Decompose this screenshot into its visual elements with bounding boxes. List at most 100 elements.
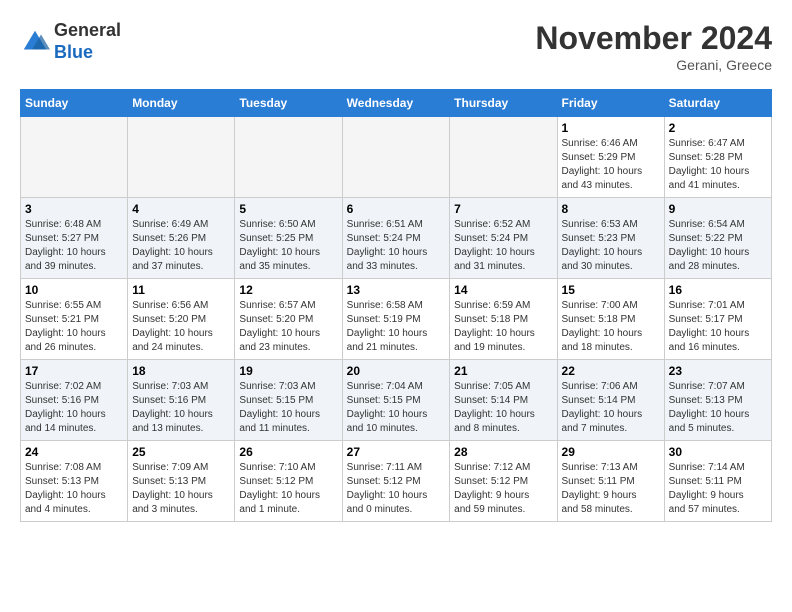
logo: General Blue — [20, 20, 121, 63]
calendar-cell: 23 Sunrise: 7:07 AM Sunset: 5:13 PM Dayli… — [664, 360, 771, 441]
day-number: 30 — [669, 445, 767, 459]
calendar-cell: 12Sunrise: 6:57 AM Sunset: 5:20 PM Dayli… — [235, 279, 342, 360]
title-section: November 2024 Gerani, Greece — [535, 20, 772, 73]
day-number: 20 — [347, 364, 446, 378]
day-number: 1 — [562, 121, 660, 135]
day-info: Sunrise: 7:01 AM Sunset: 5:17 PM Dayligh… — [669, 299, 767, 355]
weekday-header: Thursday — [450, 90, 557, 117]
day-info: Sunrise: 7:07 AM Sunset: 5:13 PM Dayligh… — [669, 380, 767, 436]
day-number: 2 — [669, 121, 767, 135]
calendar-cell — [128, 117, 235, 198]
day-number: 22 — [562, 364, 660, 378]
day-number: 13 — [347, 283, 446, 297]
day-info: Sunrise: 7:04 AM Sunset: 5:15 PM Dayligh… — [347, 380, 446, 436]
calendar-cell: 3Sunrise: 6:48 AM Sunset: 5:27 PM Daylig… — [21, 198, 128, 279]
month-title: November 2024 — [535, 20, 772, 57]
calendar-cell: 5 Sunrise: 6:50 AM Sunset: 5:25 PM Daylig… — [235, 198, 342, 279]
calendar-cell: 9 Sunrise: 6:54 AM Sunset: 5:22 PM Daylig… — [664, 198, 771, 279]
calendar-week-row: 3Sunrise: 6:48 AM Sunset: 5:27 PM Daylig… — [21, 198, 772, 279]
calendar-cell: 26 Sunrise: 7:10 AM Sunset: 5:12 PM Dayli… — [235, 441, 342, 522]
day-info: Sunrise: 6:58 AM Sunset: 5:19 PM Dayligh… — [347, 299, 446, 355]
calendar-cell: 17Sunrise: 7:02 AM Sunset: 5:16 PM Dayli… — [21, 360, 128, 441]
day-number: 29 — [562, 445, 660, 459]
location: Gerani, Greece — [535, 57, 772, 73]
day-info: Sunrise: 6:56 AM Sunset: 5:20 PM Dayligh… — [132, 299, 230, 355]
calendar-cell: 8Sunrise: 6:53 AM Sunset: 5:23 PM Daylig… — [557, 198, 664, 279]
calendar-cell: 2 Sunrise: 6:47 AM Sunset: 5:28 PM Daylig… — [664, 117, 771, 198]
day-info: Sunrise: 7:11 AM Sunset: 5:12 PM Dayligh… — [347, 461, 446, 517]
calendar-cell: 13 Sunrise: 6:58 AM Sunset: 5:19 PM Dayli… — [342, 279, 450, 360]
day-number: 18 — [132, 364, 230, 378]
weekday-header: Saturday — [664, 90, 771, 117]
calendar-week-row: 24 Sunrise: 7:08 AM Sunset: 5:13 PM Dayli… — [21, 441, 772, 522]
page-header: General Blue November 2024 Gerani, Greec… — [20, 20, 772, 73]
weekday-header: Monday — [128, 90, 235, 117]
day-number: 6 — [347, 202, 446, 216]
calendar-cell: 27 Sunrise: 7:11 AM Sunset: 5:12 PM Dayli… — [342, 441, 450, 522]
day-info: Sunrise: 7:02 AM Sunset: 5:16 PM Dayligh… — [25, 380, 123, 436]
calendar-cell: 11 Sunrise: 6:56 AM Sunset: 5:20 PM Dayli… — [128, 279, 235, 360]
day-number: 21 — [454, 364, 552, 378]
day-number: 19 — [239, 364, 337, 378]
logo-text: General Blue — [54, 20, 121, 63]
day-number: 15 — [562, 283, 660, 297]
calendar-week-row: 10 Sunrise: 6:55 AM Sunset: 5:21 PM Dayli… — [21, 279, 772, 360]
weekday-header: Tuesday — [235, 90, 342, 117]
calendar-cell — [342, 117, 450, 198]
day-info: Sunrise: 6:55 AM Sunset: 5:21 PM Dayligh… — [25, 299, 123, 355]
day-info: Sunrise: 6:46 AM Sunset: 5:29 PM Dayligh… — [562, 137, 660, 193]
day-info: Sunrise: 7:08 AM Sunset: 5:13 PM Dayligh… — [25, 461, 123, 517]
calendar-cell: 19 Sunrise: 7:03 AM Sunset: 5:15 PM Dayli… — [235, 360, 342, 441]
day-info: Sunrise: 6:52 AM Sunset: 5:24 PM Dayligh… — [454, 218, 552, 274]
day-info: Sunrise: 7:03 AM Sunset: 5:15 PM Dayligh… — [239, 380, 337, 436]
day-info: Sunrise: 7:05 AM Sunset: 5:14 PM Dayligh… — [454, 380, 552, 436]
calendar-cell: 6 Sunrise: 6:51 AM Sunset: 5:24 PM Daylig… — [342, 198, 450, 279]
day-number: 25 — [132, 445, 230, 459]
day-number: 23 — [669, 364, 767, 378]
day-info: Sunrise: 7:06 AM Sunset: 5:14 PM Dayligh… — [562, 380, 660, 436]
calendar-cell: 10 Sunrise: 6:55 AM Sunset: 5:21 PM Dayli… — [21, 279, 128, 360]
calendar-cell: 22 Sunrise: 7:06 AM Sunset: 5:14 PM Dayli… — [557, 360, 664, 441]
calendar-cell — [450, 117, 557, 198]
day-info: Sunrise: 7:03 AM Sunset: 5:16 PM Dayligh… — [132, 380, 230, 436]
weekday-header: Friday — [557, 90, 664, 117]
day-info: Sunrise: 6:54 AM Sunset: 5:22 PM Dayligh… — [669, 218, 767, 274]
day-number: 10 — [25, 283, 123, 297]
calendar-week-row: 17Sunrise: 7:02 AM Sunset: 5:16 PM Dayli… — [21, 360, 772, 441]
day-info: Sunrise: 6:51 AM Sunset: 5:24 PM Dayligh… — [347, 218, 446, 274]
calendar-table: SundayMondayTuesdayWednesdayThursdayFrid… — [20, 89, 772, 522]
day-number: 7 — [454, 202, 552, 216]
calendar-cell: 16 Sunrise: 7:01 AM Sunset: 5:17 PM Dayli… — [664, 279, 771, 360]
day-number: 4 — [132, 202, 230, 216]
day-number: 28 — [454, 445, 552, 459]
day-number: 26 — [239, 445, 337, 459]
calendar-cell: 4 Sunrise: 6:49 AM Sunset: 5:26 PM Daylig… — [128, 198, 235, 279]
weekday-header: Sunday — [21, 90, 128, 117]
day-number: 27 — [347, 445, 446, 459]
calendar-cell: 24 Sunrise: 7:08 AM Sunset: 5:13 PM Dayli… — [21, 441, 128, 522]
day-info: Sunrise: 7:09 AM Sunset: 5:13 PM Dayligh… — [132, 461, 230, 517]
calendar-cell: 29 Sunrise: 7:13 AM Sunset: 5:11 PM Dayli… — [557, 441, 664, 522]
day-number: 24 — [25, 445, 123, 459]
day-info: Sunrise: 7:00 AM Sunset: 5:18 PM Dayligh… — [562, 299, 660, 355]
day-number: 9 — [669, 202, 767, 216]
calendar-cell: 18 Sunrise: 7:03 AM Sunset: 5:16 PM Dayli… — [128, 360, 235, 441]
calendar-cell: 20 Sunrise: 7:04 AM Sunset: 5:15 PM Dayli… — [342, 360, 450, 441]
weekday-header-row: SundayMondayTuesdayWednesdayThursdayFrid… — [21, 90, 772, 117]
day-info: Sunrise: 6:49 AM Sunset: 5:26 PM Dayligh… — [132, 218, 230, 274]
calendar-cell: 15 Sunrise: 7:00 AM Sunset: 5:18 PM Dayli… — [557, 279, 664, 360]
day-number: 5 — [239, 202, 337, 216]
logo-icon — [20, 27, 50, 57]
day-info: Sunrise: 7:14 AM Sunset: 5:11 PM Dayligh… — [669, 461, 767, 517]
day-number: 16 — [669, 283, 767, 297]
day-number: 3 — [25, 202, 123, 216]
day-info: Sunrise: 6:47 AM Sunset: 5:28 PM Dayligh… — [669, 137, 767, 193]
day-info: Sunrise: 7:10 AM Sunset: 5:12 PM Dayligh… — [239, 461, 337, 517]
calendar-cell: 1 Sunrise: 6:46 AM Sunset: 5:29 PM Daylig… — [557, 117, 664, 198]
day-number: 14 — [454, 283, 552, 297]
day-info: Sunrise: 7:13 AM Sunset: 5:11 PM Dayligh… — [562, 461, 660, 517]
day-info: Sunrise: 6:50 AM Sunset: 5:25 PM Dayligh… — [239, 218, 337, 274]
day-info: Sunrise: 6:53 AM Sunset: 5:23 PM Dayligh… — [562, 218, 660, 274]
calendar-cell: 28Sunrise: 7:12 AM Sunset: 5:12 PM Dayli… — [450, 441, 557, 522]
day-number: 11 — [132, 283, 230, 297]
